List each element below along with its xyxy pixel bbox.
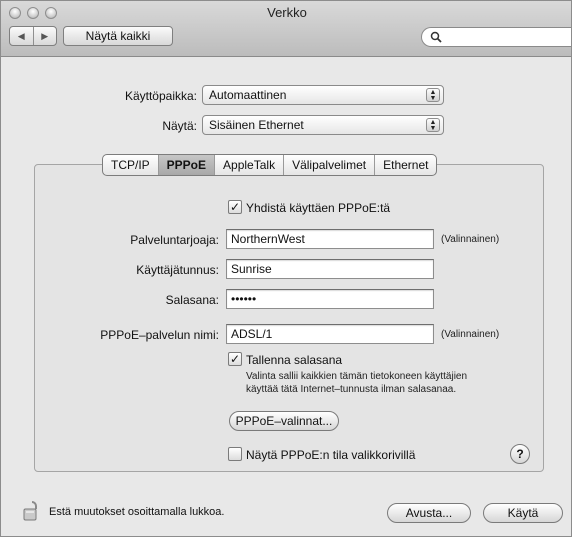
connect-pppoe-label: Yhdistä käyttäen PPPoE:tä [246,201,391,215]
back-forward-control: ◀ ▶ [9,26,57,46]
provider-value: NorthernWest [231,232,305,246]
tab-tcpip[interactable]: TCP/IP [103,155,158,175]
password-value: •••••• [231,292,257,306]
search-input[interactable] [421,27,571,47]
provider-label: Palveluntarjoaja: [130,233,219,247]
show-value: Sisäinen Ethernet [209,118,304,132]
lock-text: Estä muutokset osoittamalla lukkoa. [49,506,225,518]
assist-button[interactable]: Avusta... [387,503,471,523]
forward-button[interactable]: ▶ [34,27,57,45]
tab-proxies[interactable]: Välipalvelimet [283,155,374,175]
tab-pppoe[interactable]: PPPoE [157,155,215,175]
lock-icon[interactable] [23,499,41,521]
service-name-label: PPPoE–palvelun nimi: [100,328,219,342]
popup-arrows-icon: ▲ ▼ [426,88,440,102]
show-status-label: Näytä PPPoE:n tila valikkorivillä [246,448,416,462]
location-value: Automaattinen [209,88,287,102]
show-label: Näytä: [162,119,197,133]
service-name-value: ADSL/1 [231,327,273,341]
apply-button[interactable]: Käytä [483,503,563,523]
search-icon [430,31,442,43]
location-label: Käyttöpaikka: [124,89,197,103]
help-button[interactable]: ? [510,444,530,464]
save-password-note-line2: käyttää tätä Internet–tunnusta ilman sal… [246,384,457,395]
back-button[interactable]: ◀ [10,27,34,45]
pppoe-options-button[interactable]: PPPoE–valinnat... [229,411,339,431]
toolbar: Verkko ◀ ▶ Näytä kaikki [1,1,571,57]
account-value: Sunrise [231,262,272,276]
network-preferences-window: Verkko ◀ ▶ Näytä kaikki Käyttöpaikka: Au… [0,0,572,537]
provider-field[interactable]: NorthernWest [226,229,434,249]
save-password-checkbox[interactable]: ✓ [228,352,242,366]
provider-optional-note: (Valinnainen) [441,234,500,245]
show-popup[interactable]: Sisäinen Ethernet ▲ ▼ [202,115,444,135]
save-password-note-line1: Valinta sallii kaikkien tämän tietokonee… [246,371,468,382]
password-field[interactable]: •••••• [226,289,434,309]
location-popup[interactable]: Automaattinen ▲ ▼ [202,85,444,105]
tab-bar: TCP/IP PPPoE AppleTalk Välipalvelimet Et… [102,154,438,176]
tab-ethernet[interactable]: Ethernet [374,155,436,175]
tab-appletalk[interactable]: AppleTalk [214,155,283,175]
show-all-button[interactable]: Näytä kaikki [63,26,173,46]
save-password-label: Tallenna salasana [246,353,343,367]
show-status-checkbox[interactable] [228,447,242,461]
window-title: Verkko [267,5,307,20]
service-optional-note: (Valinnainen) [441,329,500,340]
account-label: Käyttäjätunnus: [136,263,219,277]
account-field[interactable]: Sunrise [226,259,434,279]
service-name-field[interactable]: ADSL/1 [226,324,434,344]
popup-arrows-icon: ▲ ▼ [426,118,440,132]
password-label: Salasana: [165,293,219,307]
connect-pppoe-checkbox[interactable]: ✓ [228,200,242,214]
